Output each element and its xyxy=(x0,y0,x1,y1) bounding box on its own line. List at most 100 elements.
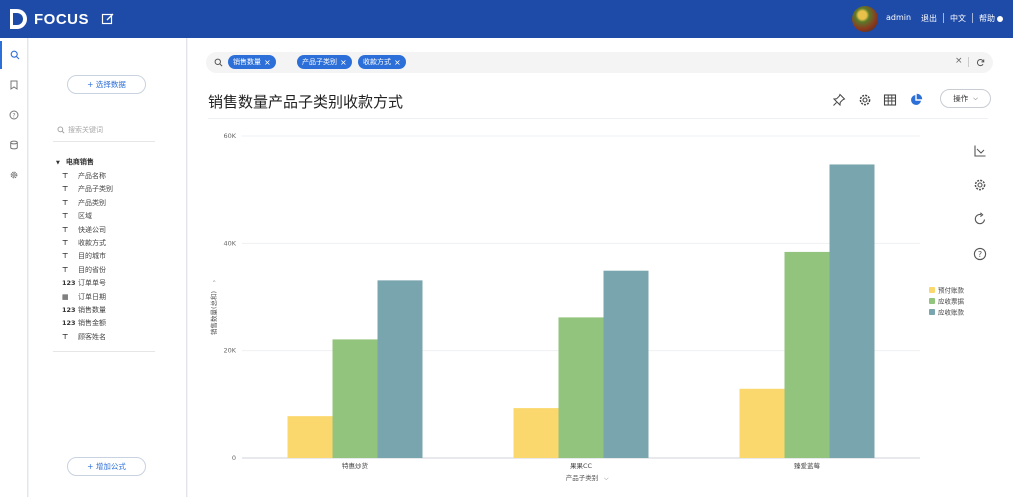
data-panel: + 选择数据 搜索关键词 ▼ 电商销售 ⊤ 产品名称 ⊤ 产品子类别 ⊤ 产品类别 ⊤ 区域 ⊤ 快… xyxy=(29,38,187,497)
chip-label: 产品子类别 xyxy=(302,58,337,66)
y-tick-label: 0 xyxy=(232,454,236,462)
side-settings-button[interactable] xyxy=(970,175,990,195)
legend-label[interactable]: 应收票据 xyxy=(938,297,965,306)
field-name: 销售金额 xyxy=(78,319,106,328)
bar[interactable] xyxy=(287,416,333,458)
field-item[interactable]: ⊤ 产品类别 xyxy=(62,197,106,209)
y-tick-label: 40K xyxy=(223,239,236,247)
field-item[interactable]: ▦ 订单日期 xyxy=(62,291,106,303)
refresh-icon[interactable] xyxy=(976,58,985,67)
bar[interactable] xyxy=(784,251,830,458)
field-name: 收款方式 xyxy=(78,239,106,247)
field-name: 顾客姓名 xyxy=(78,332,106,341)
field-name: 产品子类别 xyxy=(78,185,113,194)
bar[interactable] xyxy=(513,408,559,458)
chart-help-button[interactable]: ? xyxy=(970,244,990,264)
divider xyxy=(53,141,155,142)
keyword-search-placeholder: 搜索关键词 xyxy=(68,126,103,134)
operate-label: 操作 xyxy=(953,94,969,103)
calendar-icon: ▦ xyxy=(62,292,69,301)
field-item[interactable]: 123 销售数量 xyxy=(62,304,106,316)
bar[interactable] xyxy=(739,388,785,458)
chip-remove-icon[interactable]: × xyxy=(394,58,401,67)
bar-chart: 0 20K 40K 60K 特惠炒货 果果CC 臻爱蓝莓 预付账款应收票据应收账款 销售数… xyxy=(209,132,965,482)
help-link[interactable]: 帮助 xyxy=(979,13,1003,24)
legend-swatch xyxy=(929,287,935,293)
field-item[interactable]: ⊤ 目的省份 xyxy=(62,264,106,276)
clear-icon[interactable]: × xyxy=(955,56,963,66)
divider xyxy=(972,13,973,23)
chip-remove-icon[interactable]: × xyxy=(340,58,347,67)
bar[interactable] xyxy=(603,270,649,458)
field-item[interactable]: ⊤ 快递公司 xyxy=(62,224,106,236)
field-item[interactable]: ⊤ 产品名称 xyxy=(62,170,106,182)
legend-label[interactable]: 预付账款 xyxy=(938,286,965,295)
language-link[interactable]: 中文 xyxy=(950,13,966,24)
select-data-button[interactable]: + 选择数据 xyxy=(67,75,146,94)
chip-label: 销售数量 xyxy=(233,58,261,66)
field-name: 订单日期 xyxy=(78,292,106,301)
question-icon: ? xyxy=(9,110,19,120)
divider xyxy=(943,13,944,23)
field-item[interactable]: ⊤ 产品子类别 xyxy=(62,183,113,195)
logout-link[interactable]: 退出 xyxy=(921,13,937,24)
username[interactable]: admin xyxy=(886,13,911,22)
gear-icon xyxy=(10,171,18,179)
text-type-icon: ⊤ xyxy=(62,239,69,247)
gear-icon xyxy=(859,94,871,106)
chart-type-button[interactable] xyxy=(907,91,925,109)
text-type-icon: ⊤ xyxy=(62,332,69,341)
chart-settings-button[interactable] xyxy=(856,91,874,109)
search-chip[interactable]: 销售数量 × xyxy=(228,55,276,69)
main-area: 销售数量 × 产品子类别 × 收款方式 × × 销售数量产品子类别收款方式 操作 ⌵ ? 0… xyxy=(188,38,1013,497)
tree-root[interactable]: ▼ 电商销售 xyxy=(56,157,94,167)
search-chip[interactable]: 产品子类别 × xyxy=(297,55,352,69)
reset-button[interactable] xyxy=(970,209,990,229)
field-item[interactable]: ⊤ 收款方式 xyxy=(62,237,106,249)
field-name: 订单单号 xyxy=(78,279,106,288)
x-tick-label: 果果CC xyxy=(570,462,593,470)
bar[interactable] xyxy=(377,280,423,458)
avatar[interactable] xyxy=(852,6,878,32)
y-axis-label[interactable]: 销售数量(总和) xyxy=(209,291,218,335)
logo[interactable]: FOCUS xyxy=(8,7,89,31)
pin-button[interactable] xyxy=(830,91,848,109)
bar[interactable] xyxy=(558,317,604,458)
x-axis-label[interactable]: 产品子类别 xyxy=(566,473,599,482)
keyword-search[interactable]: 搜索关键词 xyxy=(57,125,103,135)
rail-bookmark[interactable] xyxy=(0,71,28,99)
number-type-icon: 123 xyxy=(62,306,76,314)
search-bar[interactable]: 销售数量 × 产品子类别 × 收款方式 × × xyxy=(206,52,993,73)
legend-label[interactable]: 应收账款 xyxy=(938,308,965,317)
top-bar: FOCUS admin 退出 中文 帮助 xyxy=(0,0,1013,38)
field-item[interactable]: 123 销售金额 xyxy=(62,317,106,329)
divider xyxy=(208,118,988,119)
add-formula-button[interactable]: + 增加公式 xyxy=(67,457,146,476)
bar[interactable] xyxy=(332,339,378,458)
edit-icon[interactable] xyxy=(101,12,115,26)
field-name: 目的城市 xyxy=(78,252,106,261)
rail-help[interactable]: ? xyxy=(0,101,28,129)
chip-remove-icon[interactable]: × xyxy=(264,58,271,67)
field-name: 区域 xyxy=(78,212,92,221)
rail-search[interactable] xyxy=(0,41,28,69)
operate-button[interactable]: 操作 ⌵ xyxy=(940,89,991,108)
y-tick-label: 60K xyxy=(223,132,236,140)
field-item[interactable]: ⊤ 区域 xyxy=(62,210,92,222)
rail-database[interactable] xyxy=(0,131,28,159)
table-view-button[interactable] xyxy=(881,91,899,109)
x-tick-label: 特惠炒货 xyxy=(342,461,369,470)
text-type-icon: ⊤ xyxy=(62,252,69,261)
field-item[interactable]: ⊤ 目的城市 xyxy=(62,250,106,262)
rail-settings[interactable] xyxy=(0,161,28,189)
bar[interactable] xyxy=(829,164,875,458)
legend-swatch xyxy=(929,298,935,304)
chip-label: 收款方式 xyxy=(363,58,391,66)
pin-icon xyxy=(832,93,846,107)
axis-button[interactable] xyxy=(970,141,990,161)
axis-trend-icon xyxy=(974,145,986,157)
divider xyxy=(53,351,155,352)
search-chip[interactable]: 收款方式 × xyxy=(358,55,406,69)
field-item[interactable]: ⊤ 顾客姓名 xyxy=(62,331,106,343)
field-item[interactable]: 123 订单单号 xyxy=(62,277,106,289)
